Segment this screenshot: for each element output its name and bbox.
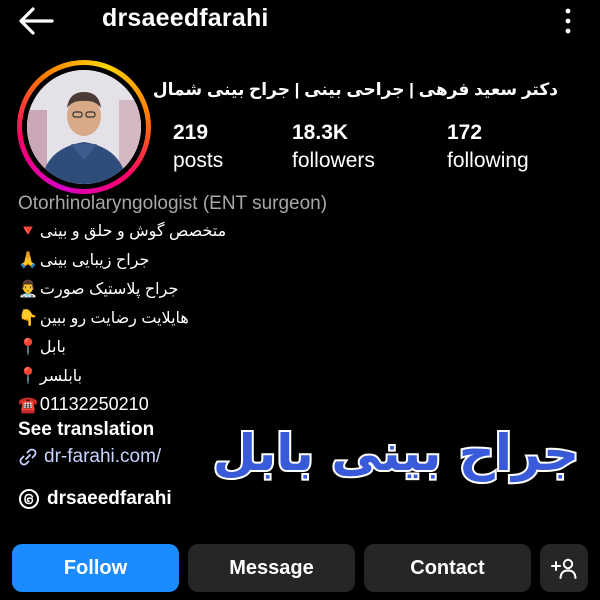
pointing-down-icon: 👇 (18, 310, 38, 327)
bio-line: 🙏 جراح زیبایی بینی (18, 250, 149, 272)
bio-text: بابلسر (39, 368, 83, 385)
contact-button[interactable]: Contact (364, 544, 531, 592)
location-pin-icon: 📍 (18, 339, 38, 356)
bio-phone[interactable]: ☎️ 01132250210 (18, 393, 149, 417)
followers-count: 18.3K (292, 121, 349, 144)
bio-text: متخصص گوش و حلق و بینی (39, 223, 227, 240)
threads-badge[interactable]: drsaeedfarahi (18, 488, 172, 510)
posts-label: posts (173, 149, 224, 172)
profile-username: drsaeedfarahi (102, 4, 269, 32)
see-translation-link[interactable]: See translation (18, 419, 154, 441)
bio-line: 📍 بابل (18, 337, 66, 359)
posts-count: 219 (173, 121, 209, 144)
telephone-icon: ☎️ (18, 397, 38, 414)
bio-line: 👇 هایلایت رضایت رو ببین (18, 308, 189, 330)
add-person-icon (551, 558, 577, 579)
bio-line: 👨‍⚕️ جراح پلاستیک صورت (18, 279, 178, 301)
stat-posts[interactable]: 219 posts (173, 120, 223, 176)
story-ring[interactable] (17, 60, 151, 194)
stat-followers[interactable]: 18.3K followers (292, 120, 375, 176)
add-user-button[interactable] (540, 544, 588, 592)
bio-line: 🔻 متخصص گوش و حلق و بینی (18, 221, 226, 243)
avatar-border (22, 65, 146, 189)
top-bar: drsaeedfarahi (0, 0, 600, 44)
profile-category: Otorhinolaryngologist (ENT surgeon) (18, 193, 328, 214)
bio-text: جراح پلاستیک صورت (39, 281, 179, 298)
doctor-icon: 👨‍⚕️ (18, 281, 38, 298)
threads-handle: drsaeedfarahi (47, 488, 172, 509)
follow-button[interactable]: Follow (12, 544, 179, 592)
folded-hands-icon: 🙏 (18, 252, 38, 269)
profile-display-name: دکتر سعید فرهی | جراحی بینی | جراح بینی … (152, 80, 558, 99)
website-url: dr-farahi.com/ (44, 446, 162, 467)
avatar[interactable] (27, 70, 141, 184)
location-pin-icon: 📍 (18, 368, 38, 385)
red-triangle-icon: 🔻 (18, 223, 38, 240)
threads-icon (19, 489, 39, 509)
vertical-ellipsis-icon[interactable] (564, 8, 572, 34)
bio-text: جراح زیبایی بینی (39, 252, 150, 269)
avatar-photo (27, 70, 141, 184)
following-label: following (447, 149, 529, 172)
following-count: 172 (447, 121, 483, 144)
message-button[interactable]: Message (188, 544, 355, 592)
link-icon (19, 448, 37, 466)
arrow-left-icon[interactable] (18, 6, 54, 36)
stat-following[interactable]: 172 following (447, 120, 529, 176)
bio-text: هایلایت رضایت رو ببین (39, 310, 189, 327)
overlay-caption: جراح بینی بابل (211, 422, 581, 484)
phone-number: 01132250210 (39, 394, 149, 414)
followers-label: followers (292, 149, 375, 172)
website-link[interactable]: dr-farahi.com/ (18, 446, 161, 468)
bio-text: بابل (39, 339, 66, 356)
bio-line: 📍 بابلسر (18, 366, 82, 388)
